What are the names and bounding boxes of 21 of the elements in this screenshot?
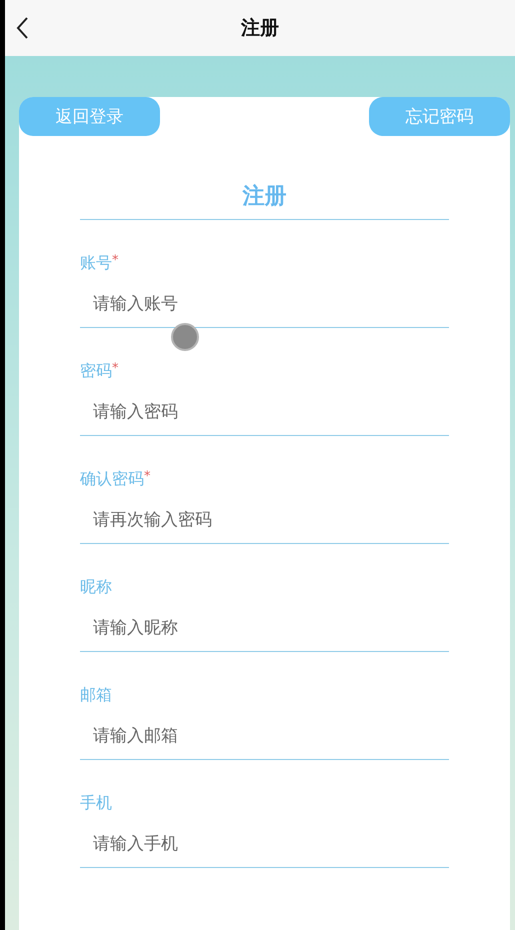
input-field[interactable]: 请输入邮箱: [80, 706, 449, 760]
input-field[interactable]: 请再次输入密码: [80, 490, 449, 544]
field-label: 确认密码: [80, 469, 144, 490]
field-label: 邮箱: [80, 685, 112, 706]
form-title: 注册: [80, 181, 449, 220]
field-label: 昵称: [80, 577, 112, 598]
forgot-password-button[interactable]: 忘记密码: [369, 97, 510, 136]
page-title: 注册: [241, 16, 279, 41]
back-to-login-button[interactable]: 返回登录: [19, 97, 160, 136]
input-field[interactable]: 请输入密码: [80, 382, 449, 436]
input-field[interactable]: 请输入昵称: [80, 598, 449, 652]
touch-indicator: [171, 323, 199, 351]
input-field[interactable]: 请输入账号: [80, 274, 449, 328]
field-label: 账号: [80, 253, 112, 274]
input-field[interactable]: 请输入手机: [80, 814, 449, 868]
back-icon[interactable]: [15, 16, 29, 40]
field-label: 手机: [80, 793, 112, 814]
field-label: 密码: [80, 361, 112, 382]
required-mark: *: [112, 361, 118, 376]
required-mark: *: [144, 469, 150, 484]
required-mark: *: [112, 253, 118, 268]
